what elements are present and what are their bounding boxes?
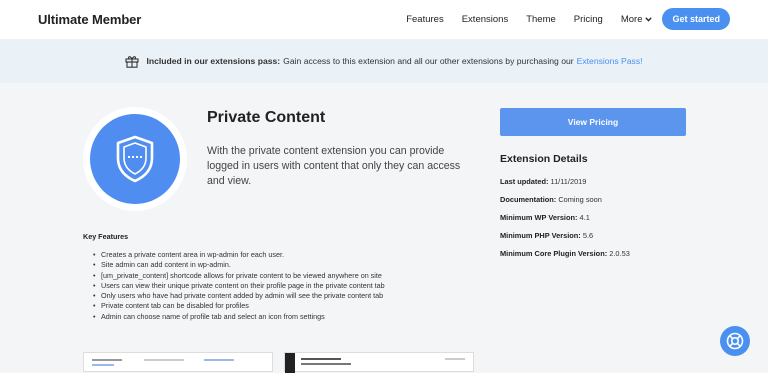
top-navigation: Ultimate Member Features Extensions Them… xyxy=(0,0,768,39)
feature-item: Private content tab can be disabled for … xyxy=(93,301,385,312)
detail-min-core-plugin-version: Minimum Core Plugin Version: 2.0.53 xyxy=(500,249,630,258)
site-logo[interactable]: Ultimate Member xyxy=(38,12,141,27)
feature-item: Creates a private content area in wp-adm… xyxy=(93,250,385,261)
detail-min-wp-version: Minimum WP Version: 4.1 xyxy=(500,213,590,222)
banner-text: Gain access to this extension and all ou… xyxy=(283,56,574,66)
extension-badge xyxy=(83,107,187,211)
key-features-list: Creates a private content area in wp-adm… xyxy=(83,250,385,322)
extensions-pass-link[interactable]: Extensions Pass! xyxy=(577,56,643,66)
feature-item: Admin can choose name of profile tab and… xyxy=(93,312,385,323)
main-nav: Features Extensions Theme Pricing More G… xyxy=(388,7,730,31)
detail-min-php-version: Minimum PHP Version: 5.6 xyxy=(500,231,594,240)
lifebuoy-icon xyxy=(726,332,744,350)
key-features-heading: Key Features xyxy=(83,232,129,241)
extension-details-heading: Extension Details xyxy=(500,153,588,165)
gift-icon xyxy=(125,55,140,68)
get-started-button[interactable]: Get started xyxy=(662,8,730,30)
extensions-pass-banner: Included in our extensions pass: Gain ac… xyxy=(0,39,768,83)
screenshot-thumbnail[interactable] xyxy=(284,352,474,373)
detail-documentation: Documentation: Coming soon xyxy=(500,195,602,204)
feature-item: Only users who have had private content … xyxy=(93,291,385,302)
nav-theme[interactable]: Theme xyxy=(526,14,556,25)
feature-item: Site admin can add content in wp-admin. xyxy=(93,260,385,271)
screenshot-thumbnail[interactable] xyxy=(83,352,273,372)
chevron-down-icon xyxy=(645,16,653,22)
shield-icon xyxy=(116,135,154,183)
extension-description: With the private content extension you c… xyxy=(207,145,461,187)
nav-more-dropdown[interactable]: More xyxy=(621,14,653,25)
detail-last-updated: Last updated: 11/11/2019 xyxy=(500,177,587,186)
nav-extensions[interactable]: Extensions xyxy=(462,14,508,25)
banner-bold-text: Included in our extensions pass: xyxy=(146,56,281,66)
view-pricing-button[interactable]: View Pricing xyxy=(500,108,686,136)
feature-item: Users can view their unique private cont… xyxy=(93,281,385,292)
key-features-section: Key Features Creates a private content a… xyxy=(83,232,385,322)
help-button[interactable] xyxy=(720,326,750,356)
nav-pricing[interactable]: Pricing xyxy=(574,14,603,25)
nav-more-label: More xyxy=(620,13,643,25)
feature-item: [um_private_content] shortcode allows fo… xyxy=(93,271,385,282)
extension-title: Private Content xyxy=(207,109,326,126)
nav-features[interactable]: Features xyxy=(406,14,444,25)
extension-details: Extension Details Last updated: 11/11/20… xyxy=(500,153,630,263)
